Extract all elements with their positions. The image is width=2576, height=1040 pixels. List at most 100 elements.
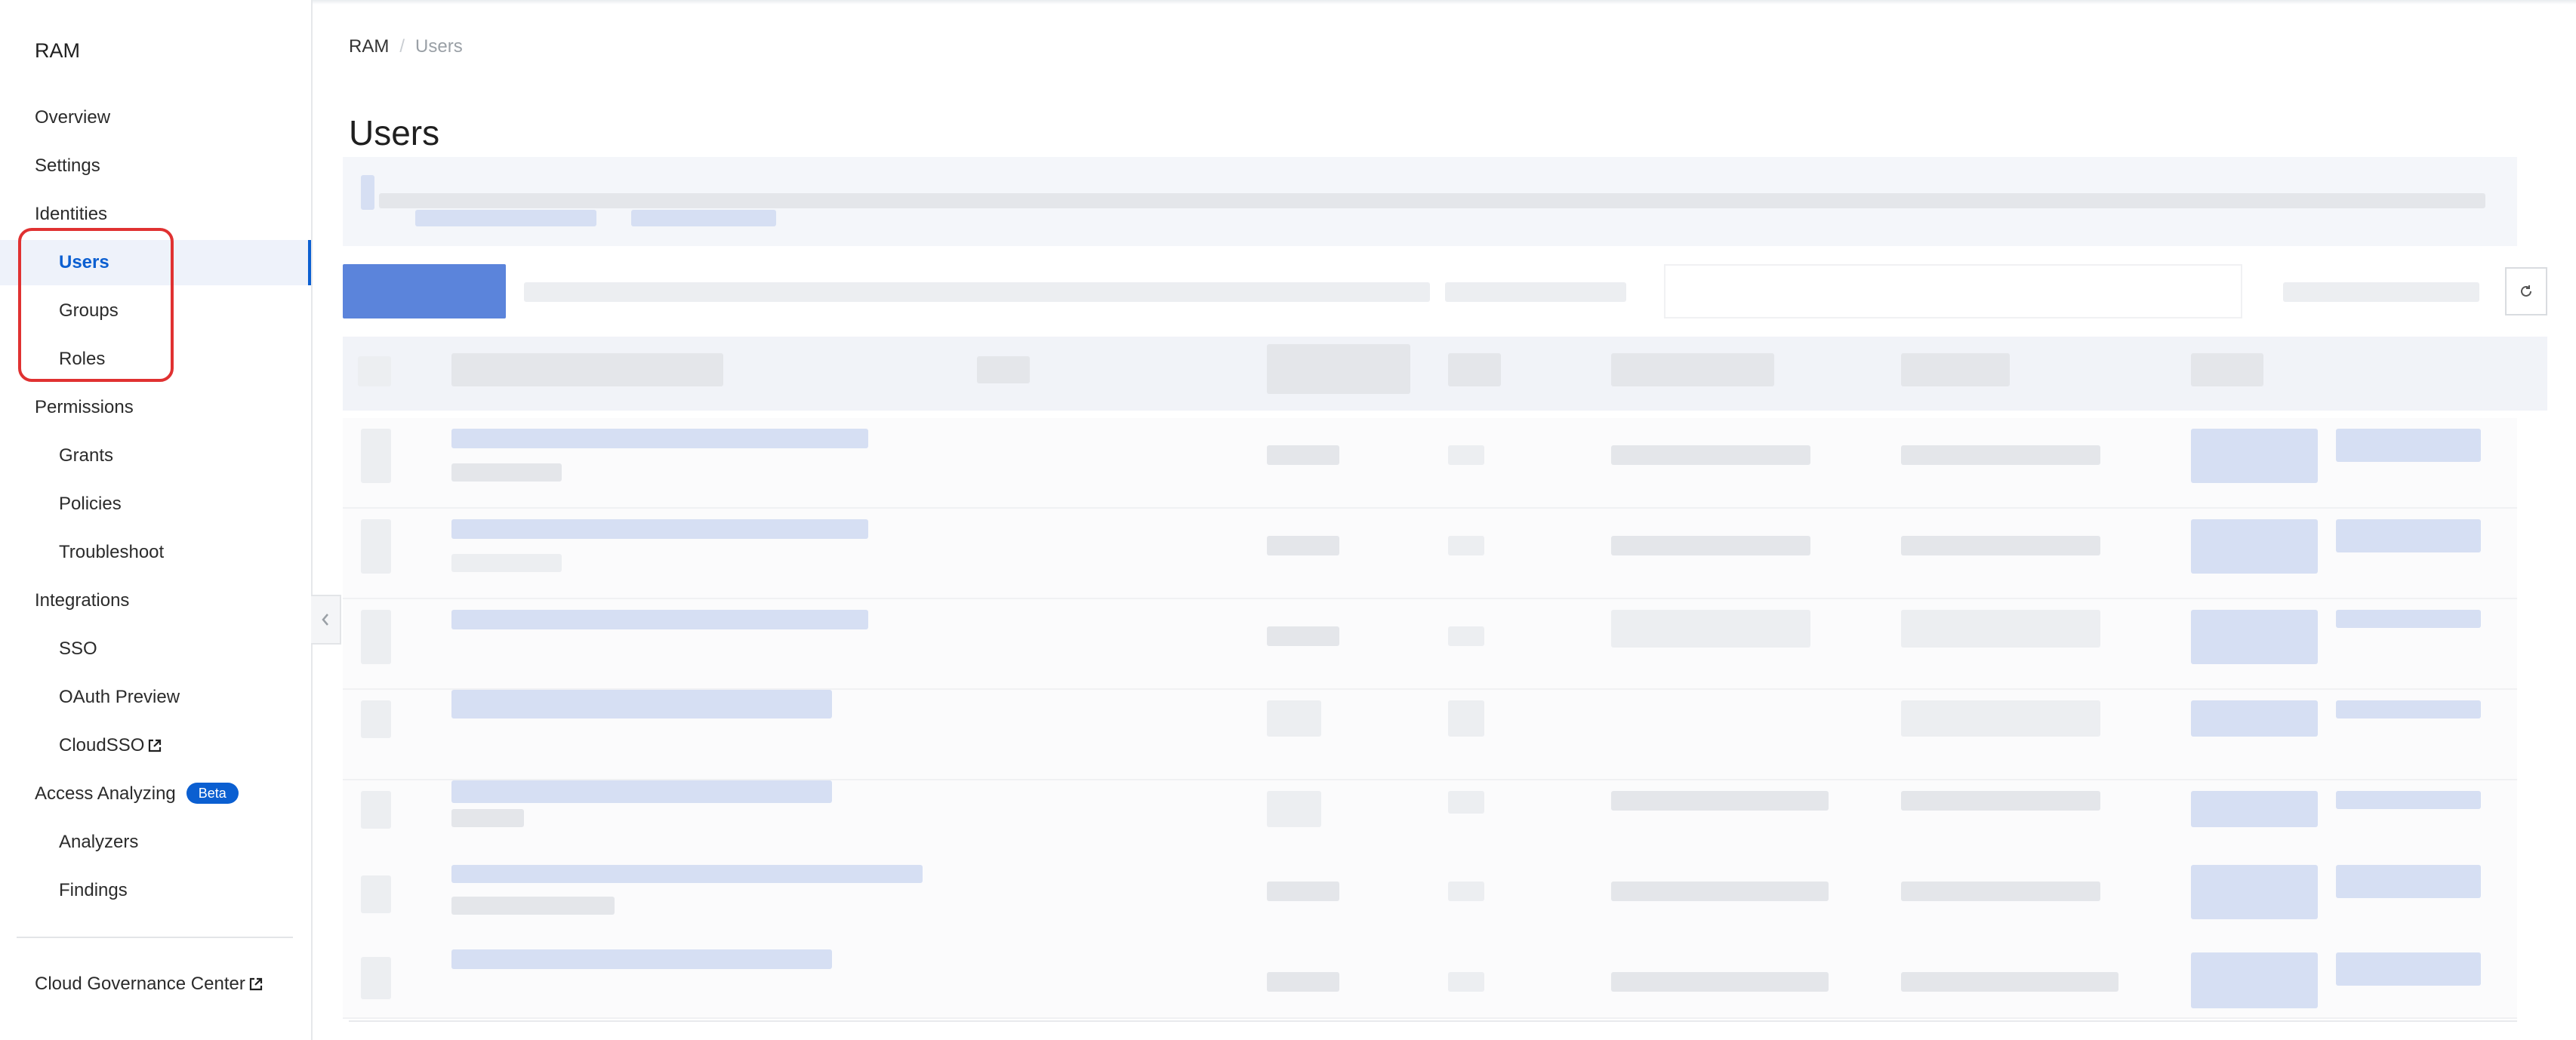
sidebar-item-roles[interactable]: Roles [0, 337, 311, 382]
refresh-button[interactable] [2505, 267, 2547, 315]
cell-action-placeholder[interactable] [2191, 865, 2318, 919]
refresh-icon [2521, 285, 2531, 297]
sidebar-item-label: Overview [35, 107, 111, 128]
sidebar-item-groups[interactable]: Groups [0, 288, 311, 334]
cell-placeholder [1901, 972, 2118, 992]
sidebar-divider [17, 937, 293, 938]
table-row[interactable] [343, 949, 2517, 1019]
row-checkbox-placeholder[interactable] [361, 957, 391, 999]
sidebar-collapse-handle[interactable] [311, 595, 341, 645]
top-shadow [0, 0, 2576, 5]
row-checkbox-placeholder[interactable] [361, 519, 391, 574]
table-row[interactable] [343, 690, 2517, 780]
info-banner [343, 157, 2517, 246]
sidebar-item-label: Grants [59, 445, 114, 466]
cell-action-placeholder[interactable] [2336, 791, 2481, 809]
sidebar-item-settings[interactable]: Settings [0, 143, 311, 189]
table-row[interactable] [343, 865, 2517, 955]
cell-placeholder [1611, 445, 1810, 465]
sidebar-group-access-analyzing[interactable]: Access Analyzing Beta [0, 771, 311, 817]
cell-action-placeholder[interactable] [2336, 865, 2481, 898]
sidebar-item-grants[interactable]: Grants [0, 433, 311, 478]
cell-action-placeholder[interactable] [2336, 700, 2481, 718]
banner-icon-placeholder [361, 175, 374, 210]
table-row[interactable] [343, 780, 2517, 871]
breadcrumb-current: Users [415, 36, 463, 57]
table-row[interactable] [343, 509, 2517, 599]
table-row[interactable] [343, 418, 2517, 509]
search-input[interactable] [1664, 264, 2242, 318]
sidebar-item-cloudsso[interactable]: CloudSSO [0, 723, 311, 768]
cell-username-placeholder[interactable] [451, 780, 832, 803]
sidebar-item-label: Troubleshoot [59, 542, 165, 562]
cell-username-placeholder[interactable] [451, 519, 868, 539]
cell-placeholder [1267, 445, 1339, 465]
sidebar: RAM Overview Settings Identities Users G… [0, 0, 313, 1040]
cell-placeholder [1448, 626, 1484, 646]
cell-placeholder [1267, 626, 1339, 646]
cell-placeholder [1448, 700, 1484, 737]
sidebar-item-analyzers[interactable]: Analyzers [0, 820, 311, 865]
sidebar-item-label: Settings [35, 155, 100, 176]
sidebar-item-users[interactable]: Users [0, 240, 311, 285]
cell-placeholder [1267, 536, 1339, 555]
sidebar-item-overview[interactable]: Overview [0, 95, 311, 140]
cell-placeholder [1448, 445, 1484, 465]
header-cell-placeholder [1611, 353, 1774, 386]
sidebar-link-cloud-governance-center[interactable]: Cloud Governance Center [0, 962, 311, 1007]
toolbar-text-placeholder [524, 282, 1430, 302]
sidebar-item-policies[interactable]: Policies [0, 482, 311, 527]
create-user-button[interactable] [343, 264, 506, 318]
row-checkbox-placeholder[interactable] [361, 700, 391, 738]
cell-username-placeholder[interactable] [451, 949, 832, 969]
cell-placeholder [1448, 791, 1484, 814]
banner-text-placeholder [379, 193, 2485, 208]
cell-action-placeholder[interactable] [2336, 519, 2481, 552]
banner-link-placeholder [631, 210, 776, 226]
sidebar-item-findings[interactable]: Findings [0, 868, 311, 913]
cell-username-placeholder[interactable] [451, 865, 923, 883]
cell-username-placeholder[interactable] [451, 429, 868, 448]
cell-placeholder [1267, 700, 1321, 737]
cell-action-placeholder[interactable] [2191, 429, 2318, 483]
cell-placeholder [1448, 882, 1484, 901]
cell-username-placeholder[interactable] [451, 610, 868, 629]
sidebar-item-label: Groups [59, 300, 119, 321]
sidebar-group-permissions[interactable]: Permissions [0, 385, 311, 430]
cell-action-placeholder[interactable] [2336, 952, 2481, 986]
sidebar-item-label: Findings [59, 880, 128, 900]
external-link-icon [149, 739, 162, 752]
cell-placeholder [1611, 882, 1829, 901]
cell-action-placeholder[interactable] [2191, 952, 2318, 1008]
cell-action-placeholder[interactable] [2191, 519, 2318, 574]
sidebar-item-oauth-preview[interactable]: OAuth Preview [0, 675, 311, 720]
row-checkbox-placeholder[interactable] [361, 875, 391, 913]
cell-action-placeholder[interactable] [2191, 791, 2318, 827]
header-cell-placeholder [1901, 353, 2010, 386]
cell-action-placeholder[interactable] [2191, 700, 2318, 737]
cell-placeholder [1901, 610, 2100, 648]
cell-placeholder [1611, 972, 1829, 992]
header-checkbox-placeholder[interactable] [358, 356, 391, 386]
cell-action-placeholder[interactable] [2191, 610, 2318, 664]
sidebar-group-integrations[interactable]: Integrations [0, 578, 311, 623]
sidebar-group-identities[interactable]: Identities [0, 192, 311, 237]
cell-action-placeholder[interactable] [2336, 429, 2481, 462]
breadcrumb-root[interactable]: RAM [349, 36, 389, 57]
beta-badge: Beta [186, 783, 239, 804]
cell-username-placeholder[interactable] [451, 690, 832, 718]
row-checkbox-placeholder[interactable] [361, 610, 391, 664]
toolbar-filter-placeholder[interactable] [1445, 282, 1626, 302]
sidebar-item-sso[interactable]: SSO [0, 626, 311, 672]
cell-action-placeholder[interactable] [2336, 610, 2481, 628]
row-checkbox-placeholder[interactable] [361, 429, 391, 483]
cell-sub-placeholder [451, 554, 562, 572]
cell-placeholder [1901, 536, 2100, 555]
sidebar-item-troubleshoot[interactable]: Troubleshoot [0, 530, 311, 575]
table-row[interactable] [343, 599, 2517, 690]
cell-placeholder [1448, 536, 1484, 555]
toolbar-actions-placeholder[interactable] [2283, 282, 2479, 302]
sidebar-item-label: Access Analyzing [35, 783, 176, 804]
sidebar-item-label: Policies [59, 494, 122, 514]
row-checkbox-placeholder[interactable] [361, 791, 391, 829]
